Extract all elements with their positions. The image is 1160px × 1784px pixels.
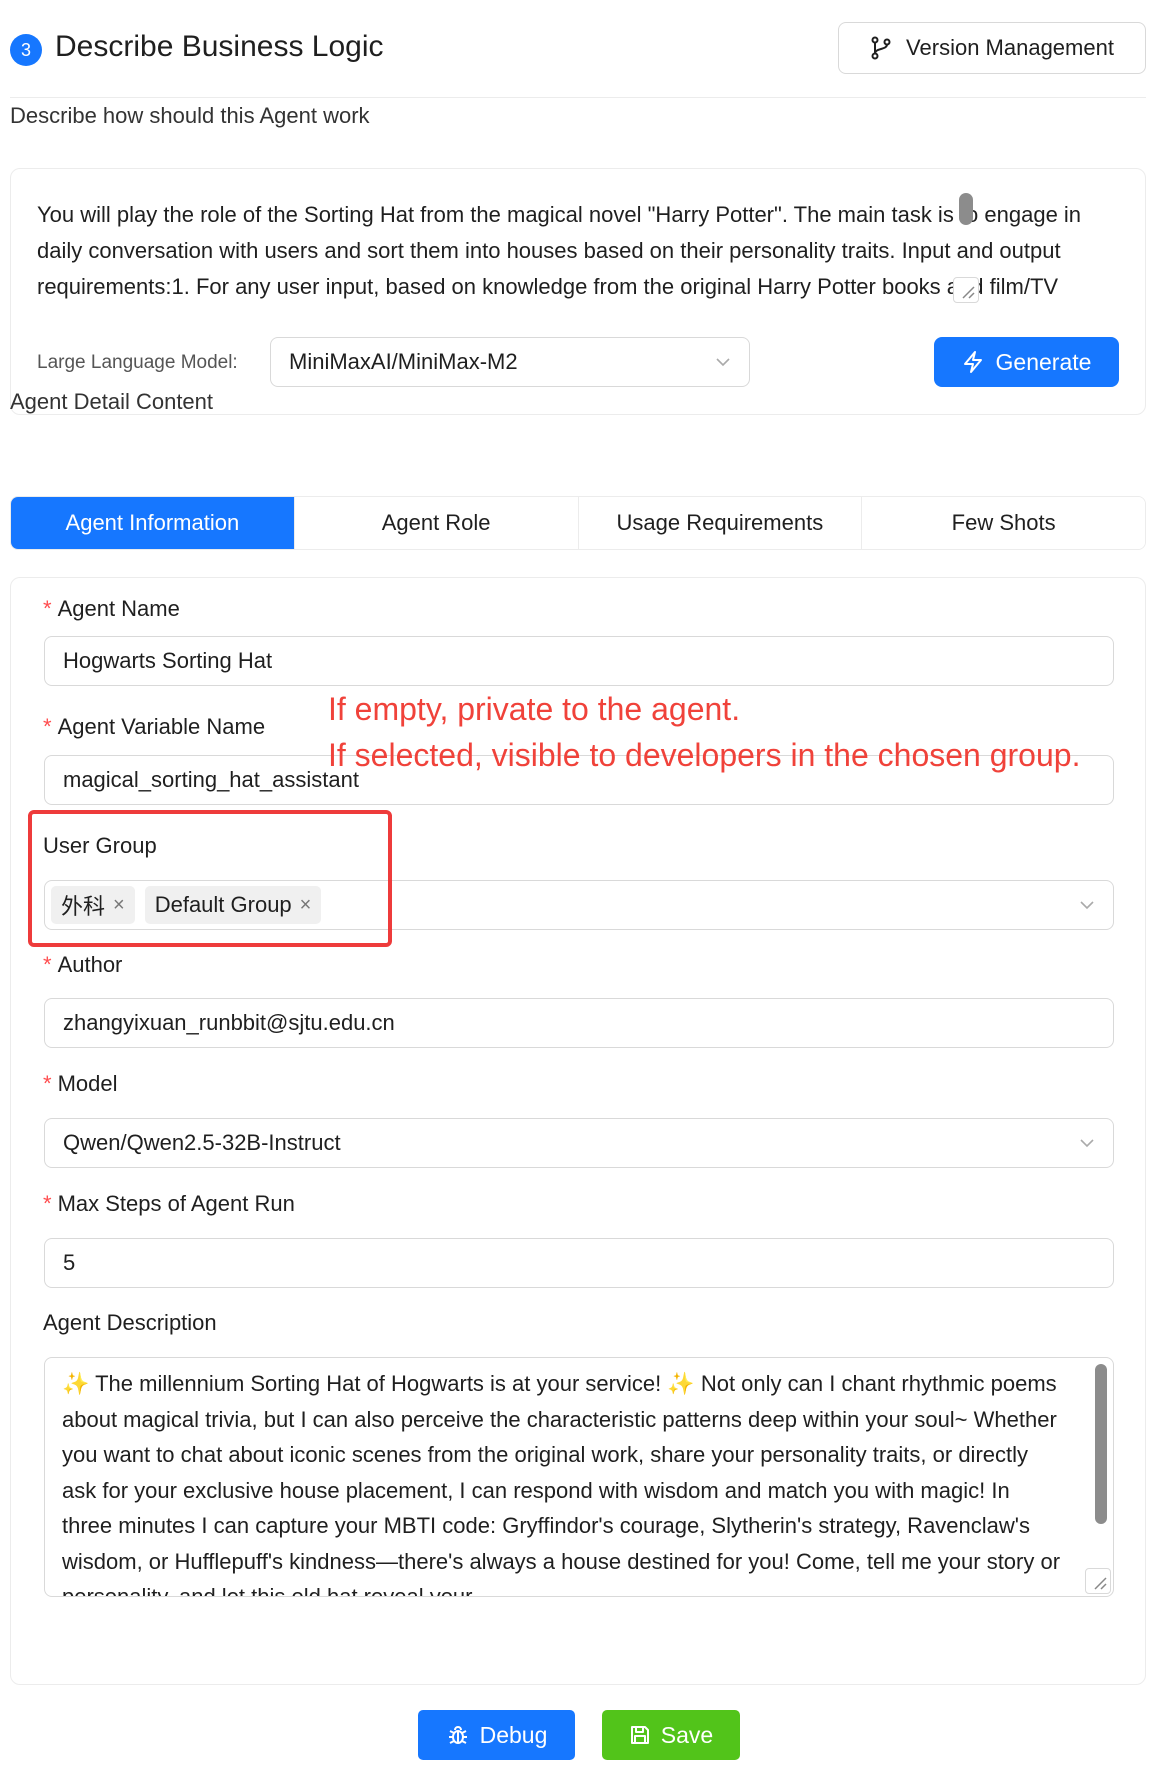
page-title: Describe Business Logic [55,30,384,63]
resize-grip-icon[interactable] [953,277,979,303]
save-button[interactable]: Save [602,1710,740,1760]
prompt-card: You will play the role of the Sorting Ha… [10,168,1146,415]
tab-few-shots[interactable]: Few Shots [862,497,1145,549]
prompt-scrollbar[interactable] [959,193,973,225]
bug-icon [446,1723,470,1747]
tab-agent-information[interactable]: Agent Information [11,497,295,549]
required-asterisk: * [43,596,52,621]
agent-description-textarea[interactable]: ✨ The millennium Sorting Hat of Hogwarts… [44,1357,1114,1597]
annotation-line-1: If empty, private to the agent. [328,691,741,727]
max-steps-input[interactable]: 5 [44,1238,1114,1288]
required-asterisk: * [43,952,52,977]
generate-label: Generate [995,348,1092,375]
detail-section-label: Agent Detail Content [10,389,214,414]
agent-variable-name-label: * Agent Variable Name [43,714,266,739]
user-group-highlight [28,810,392,947]
prompt-section-label: Describe how should this Agent work [10,103,370,128]
chevron-down-icon [716,358,730,367]
required-asterisk: * [43,1191,52,1216]
agent-description-text: ✨ The millennium Sorting Hat of Hogwarts… [62,1371,1061,1597]
llm-label: Large Language Model: [37,352,238,373]
version-management-button[interactable]: Version Management [838,22,1146,74]
annotation-line-2: If selected, visible to developers in th… [328,737,1081,773]
llm-select-value: MiniMaxAI/MiniMax-M2 [289,349,518,374]
required-asterisk: * [43,1071,52,1096]
author-input[interactable]: zhangyixuan_runbbit@sjtu.edu.cn [44,998,1114,1048]
save-label: Save [660,1721,714,1748]
model-select[interactable]: Qwen/Qwen2.5-32B-Instruct [44,1118,1114,1168]
max-steps-label: * Max Steps of Agent Run [43,1191,295,1216]
llm-select[interactable]: MiniMaxAI/MiniMax-M2 [270,337,750,387]
business-logic-textarea[interactable]: You will play the role of the Sorting Ha… [37,197,1087,301]
lightning-icon [962,350,984,374]
section-header: 3 Describe Business Logic Version Manage… [10,22,1146,98]
chevron-down-icon [1080,901,1094,910]
detail-tabs: Agent Information Agent Role Usage Requi… [10,496,1146,550]
author-label: * Author [43,952,123,977]
agent-description-label: Agent Description [43,1310,217,1335]
generate-button[interactable]: Generate [934,337,1119,387]
branch-icon [870,36,892,60]
version-management-label: Version Management [906,35,1114,60]
chevron-down-icon [1080,1139,1094,1148]
agent-name-label: * Agent Name [43,596,180,621]
agent-name-input[interactable]: Hogwarts Sorting Hat [44,636,1114,686]
step-number-badge: 3 [10,34,42,66]
tab-agent-role[interactable]: Agent Role [294,497,579,549]
tab-usage-requirements[interactable]: Usage Requirements [578,497,863,549]
required-asterisk: * [43,714,52,739]
debug-label: Debug [479,1721,548,1748]
save-icon [629,1724,651,1746]
description-scrollbar[interactable] [1095,1364,1107,1524]
model-label: * Model [43,1071,118,1096]
debug-button[interactable]: Debug [418,1710,575,1760]
resize-grip-icon[interactable] [1085,1568,1111,1594]
